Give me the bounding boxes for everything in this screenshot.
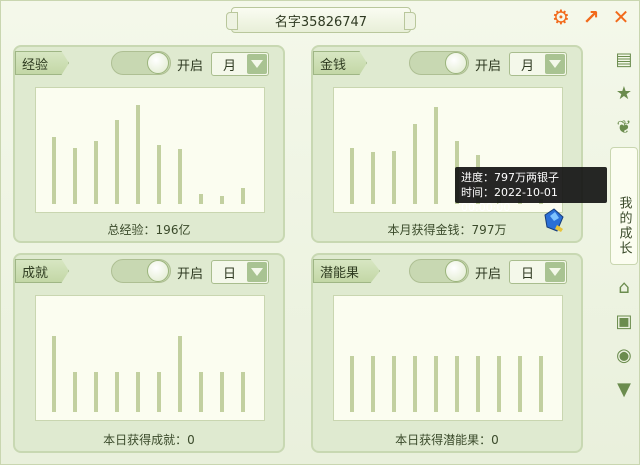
experience-toggle-label: 开启	[177, 59, 204, 74]
chart-bar[interactable]	[52, 137, 56, 204]
chart-bar[interactable]	[350, 148, 354, 204]
chevron-down-icon	[247, 54, 267, 74]
chart-bar[interactable]	[350, 356, 354, 412]
chart-bar[interactable]	[94, 141, 98, 204]
money-period-select[interactable]: 月	[509, 52, 567, 76]
chart-bar[interactable]	[199, 194, 203, 204]
money-toggle-label: 开启	[475, 59, 502, 74]
close-icon[interactable]: ✕	[609, 5, 633, 29]
chart-bar[interactable]	[73, 372, 77, 412]
minimize-arrow-icon[interactable]: ↗	[579, 5, 603, 29]
star-icon[interactable]: ★	[610, 79, 638, 107]
chart-bar[interactable]	[199, 372, 203, 412]
chart-bar[interactable]	[434, 107, 438, 204]
tab-my-growth-label: 我的成长	[616, 196, 632, 256]
experience-period-select[interactable]: 月	[211, 52, 269, 76]
window-controls: ⚙ ↗ ✕	[549, 5, 633, 29]
toggle-knob	[445, 260, 467, 282]
chart-bar[interactable]	[476, 356, 480, 412]
experience-period-value: 月	[222, 58, 236, 74]
potential-period-select[interactable]: 日	[509, 260, 567, 284]
chevron-down-icon	[545, 54, 565, 74]
progress-tooltip: 进度：797万两银子 时间：2022-10-01 00:00:00	[455, 167, 607, 214]
chart-bar[interactable]	[392, 356, 396, 412]
chart-bar[interactable]	[539, 356, 543, 412]
money-period-value: 月	[520, 58, 534, 74]
chart-bar[interactable]	[371, 356, 375, 412]
chart-bar[interactable]	[136, 105, 140, 204]
chart-bar[interactable]	[73, 148, 77, 204]
potential-caption: 本日获得潜能果：0	[395, 433, 499, 447]
chart-bar[interactable]	[157, 372, 161, 412]
chart-bar[interactable]	[371, 152, 375, 204]
panel-tag-money: 金钱	[313, 51, 368, 75]
panel-achievement: 成就 开启 日 本日获得成就：0	[13, 253, 285, 453]
achievement-period-select[interactable]: 日	[211, 260, 269, 284]
chart-bar[interactable]	[241, 372, 245, 412]
settings-gear-icon[interactable]: ⚙	[549, 5, 573, 29]
panel-tag-experience: 经验	[15, 51, 70, 75]
chart-bar[interactable]	[518, 356, 522, 412]
tooltip-progress-line: 进度：797万两银子	[461, 171, 559, 184]
potential-chart	[333, 295, 563, 421]
panel-tag-achievement: 成就	[15, 259, 70, 283]
chart-bar[interactable]	[220, 372, 224, 412]
chart-bar[interactable]	[94, 372, 98, 412]
chart-bar[interactable]	[241, 188, 245, 204]
archive-icon[interactable]: ▣	[610, 307, 638, 335]
home-icon[interactable]: ⌂	[610, 273, 638, 301]
chart-bar[interactable]	[115, 120, 119, 204]
chart-bar[interactable]	[136, 372, 140, 412]
tooltip-time-line: 时间：2022-10-01 00:00:00	[461, 186, 558, 214]
toggle-knob	[147, 52, 169, 74]
side-nav: ▤ ★ ❦ 我的成长 ⌂ ▣ ◉ ▼	[609, 45, 639, 409]
message-icon[interactable]: ▤	[610, 45, 638, 73]
player-name: 名字35826747	[274, 14, 368, 30]
chart-bar[interactable]	[413, 356, 417, 412]
player-name-banner: 名字35826747	[226, 7, 416, 33]
chart-bar[interactable]	[115, 372, 119, 412]
experience-toggle[interactable]	[111, 51, 171, 75]
chart-bar[interactable]	[455, 356, 459, 412]
chevron-down-icon	[247, 262, 267, 282]
chart-bar[interactable]	[220, 196, 224, 204]
chart-bar[interactable]	[178, 336, 182, 412]
experience-chart	[35, 87, 265, 213]
chart-bar[interactable]	[178, 149, 182, 204]
achievement-toggle-label: 开启	[177, 267, 204, 282]
window-frame: 名字35826747 ⚙ ↗ ✕ 经验 开启 月 总经验：196亿 金钱 开启 …	[0, 0, 640, 465]
panel-experience: 经验 开启 月 总经验：196亿	[13, 45, 285, 243]
money-toggle[interactable]	[409, 51, 469, 75]
chart-bar[interactable]	[157, 145, 161, 204]
panel-potential: 潜能果 开启 日 本日获得潜能果：0	[311, 253, 583, 453]
chart-bar[interactable]	[413, 124, 417, 204]
chart-bar[interactable]	[497, 356, 501, 412]
gem-cursor-icon	[544, 208, 564, 232]
chart-bar[interactable]	[392, 151, 396, 204]
achievement-chart	[35, 295, 265, 421]
achievement-period-value: 日	[222, 266, 236, 282]
toggle-knob	[147, 260, 169, 282]
potential-toggle-label: 开启	[475, 267, 502, 282]
paw-icon[interactable]: ❦	[610, 113, 638, 141]
chevron-down-icon	[545, 262, 565, 282]
chart-bar[interactable]	[52, 336, 56, 412]
potential-period-value: 日	[520, 266, 534, 282]
potential-toggle[interactable]	[409, 259, 469, 283]
experience-caption: 总经验：196亿	[107, 223, 191, 237]
tab-my-growth[interactable]: 我的成长	[610, 147, 638, 265]
chart-bar[interactable]	[434, 356, 438, 412]
achievement-caption: 本日获得成就：0	[103, 433, 195, 447]
achievement-toggle[interactable]	[111, 259, 171, 283]
panel-tag-potential: 潜能果	[313, 259, 381, 283]
palette-icon[interactable]: ◉	[610, 341, 638, 369]
shirt-icon[interactable]: ▼	[610, 375, 638, 403]
toggle-knob	[445, 52, 467, 74]
